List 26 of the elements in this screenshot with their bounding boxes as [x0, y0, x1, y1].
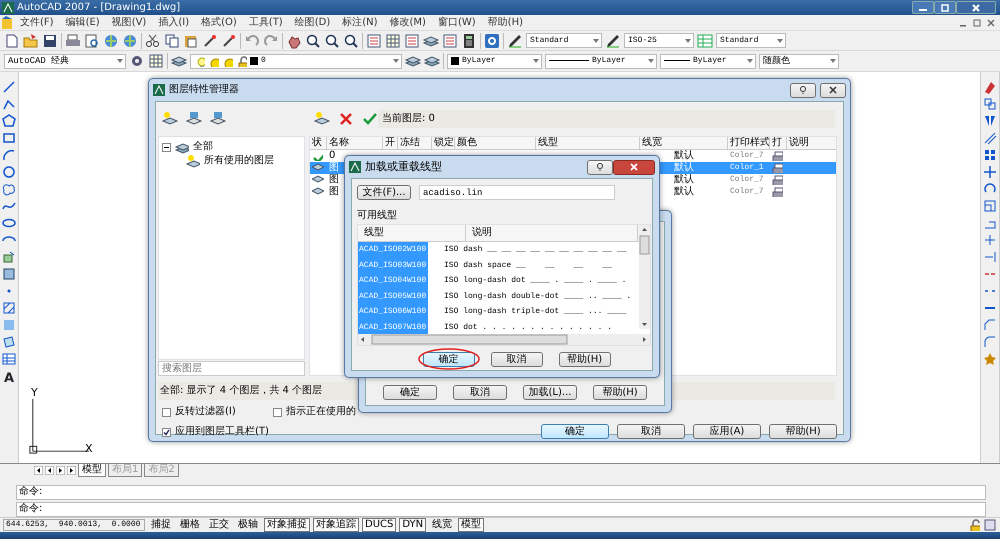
plot-style-value: Color_7	[729, 186, 765, 198]
linetype-description: ISO long-dash double-dot ____ .. ____ .	[443, 290, 632, 302]
linetype-description: ISO dash __ __ __ __ __ __ __ __ __ __	[443, 244, 628, 256]
plot-style-value: Color_7	[729, 150, 765, 162]
current-layer-label: 当前图层: 0	[378, 110, 835, 128]
plot-style-value: Color_1	[729, 162, 765, 174]
axis-label: X	[85, 442, 93, 456]
layer-name: 图	[329, 162, 339, 173]
lineweight-value: 默认	[674, 186, 694, 198]
linetype-description: ISO dash space __ __ __ __	[443, 260, 614, 272]
axis-label: Y	[31, 386, 38, 400]
linetype-description: ISO long-dash triple-dot ____ ... ____	[443, 306, 628, 318]
window-title: AutoCAD 2007 - [Drawing1.dwg]	[17, 2, 180, 14]
layer-name: 图	[329, 186, 339, 197]
lineweight-value: 默认	[674, 162, 694, 174]
dialog-title: 加载或重载线型	[365, 160, 442, 174]
lineweight-value: 默认	[674, 150, 694, 162]
layer-name: 0	[329, 150, 336, 161]
dialog-title: 图层特性管理器	[169, 84, 239, 96]
linetype-description: ISO long-dash dot ____ . ____ . ____ .	[443, 275, 628, 287]
linetype-description: ISO dot . . . . . . . . . . . . . .	[443, 322, 614, 334]
coordinates-display: 644.6253, 940.0013, 0.0000	[3, 519, 145, 531]
list-label: 可用线型	[357, 210, 398, 222]
lineweight-value: 默认	[674, 174, 694, 186]
plot-style-value: Color_7	[729, 174, 765, 186]
layer-name: 图	[329, 174, 339, 185]
